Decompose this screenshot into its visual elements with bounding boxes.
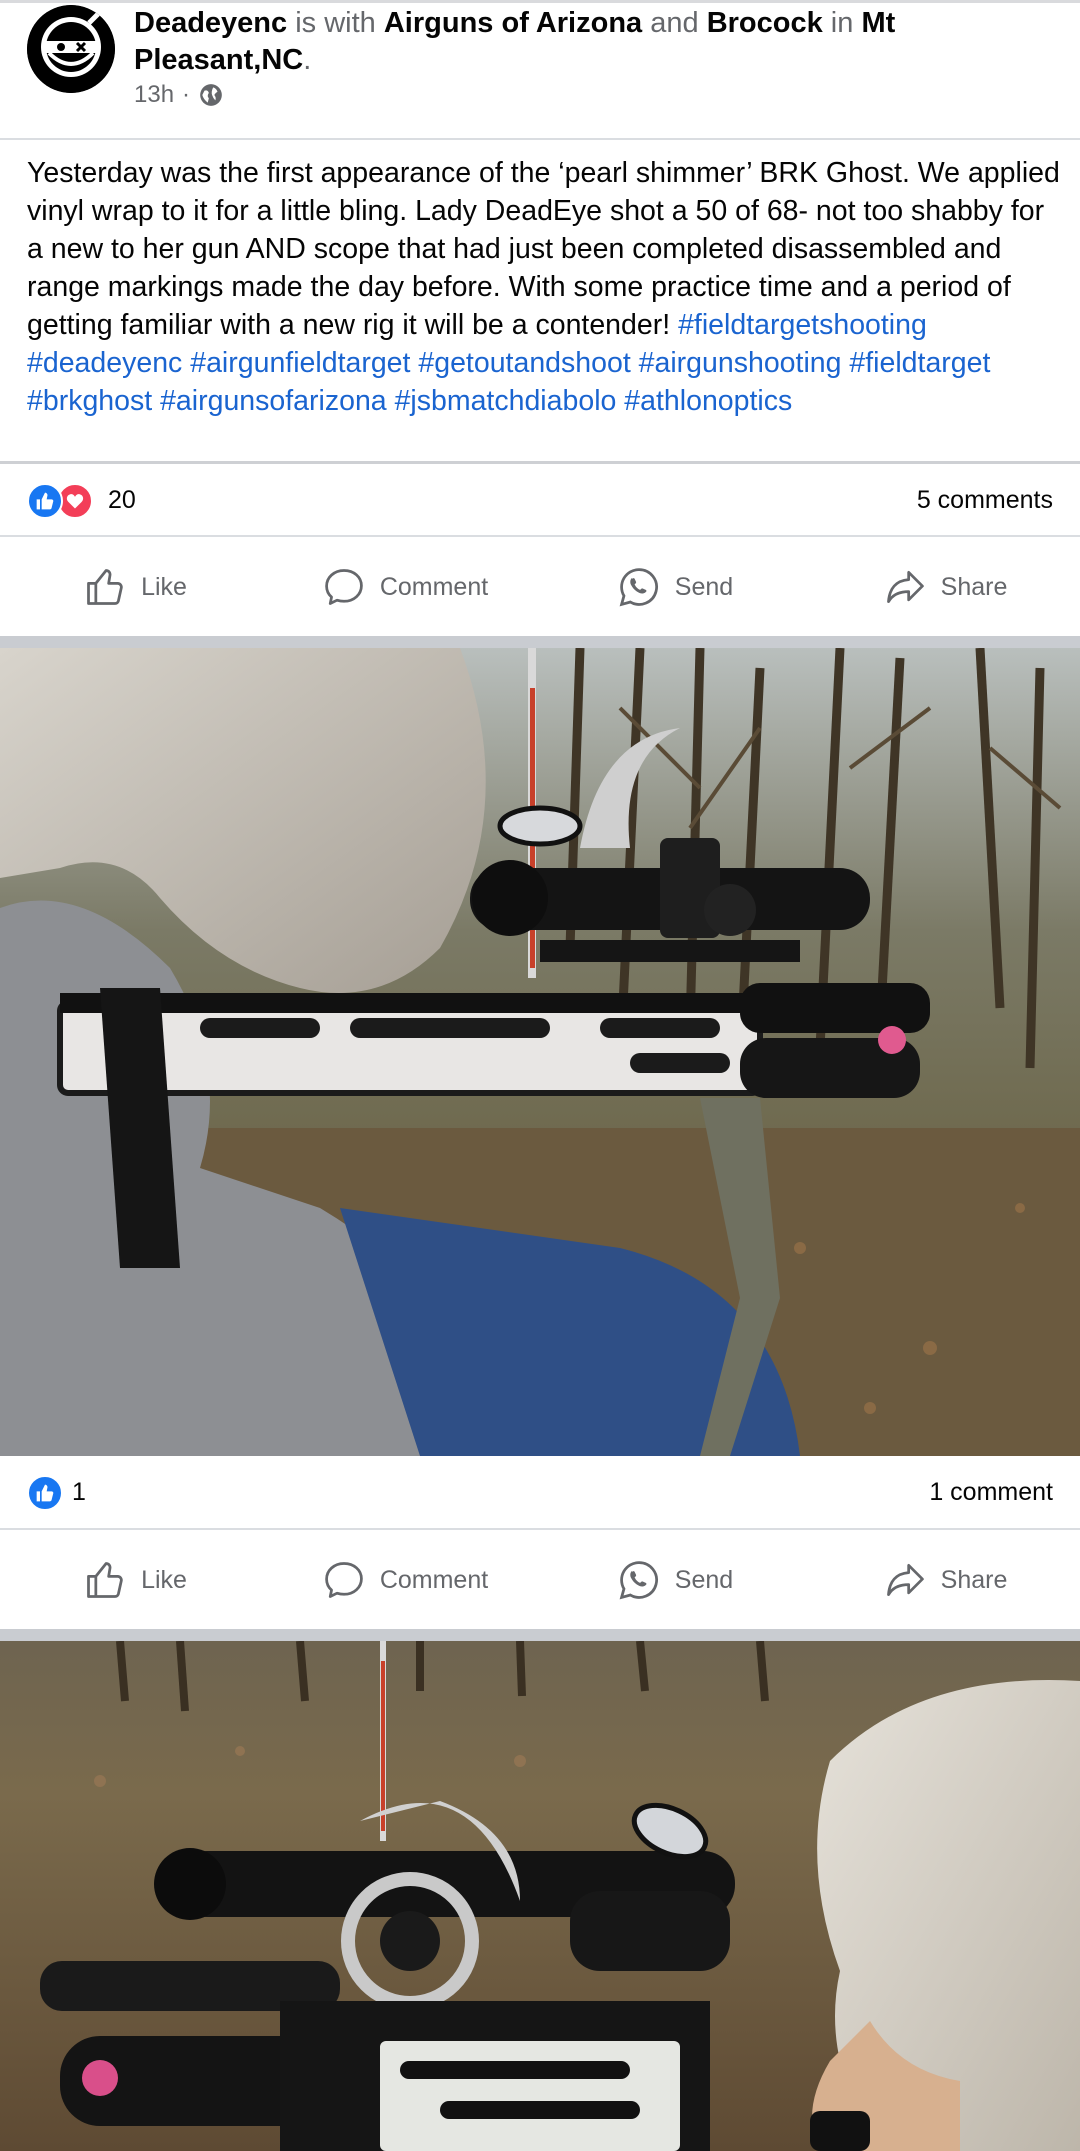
tagged-page-2[interactable]: Brocock xyxy=(707,7,823,39)
section-separator xyxy=(0,1629,1080,1641)
post-time[interactable]: 13h xyxy=(134,81,174,109)
share-label: Share xyxy=(940,1565,1008,1594)
period-text: . xyxy=(303,44,312,76)
comment-label: Comment xyxy=(379,572,489,601)
comments-count[interactable]: 5 comments xyxy=(917,486,1053,515)
comment-label: Comment xyxy=(379,1565,489,1594)
like-reaction-icon xyxy=(27,483,63,519)
photo-1-comments-count[interactable]: 1 comment xyxy=(929,1478,1053,1507)
photo-1-share-button[interactable]: Share xyxy=(810,1530,1080,1630)
photo-1-comment-button[interactable]: Comment xyxy=(270,1530,540,1630)
send-label: Send xyxy=(674,1565,734,1594)
like-label: Like xyxy=(141,572,187,601)
whatsapp-icon xyxy=(619,568,658,607)
comment-icon xyxy=(325,1562,363,1598)
thumbs-up-icon xyxy=(87,569,123,605)
author-name[interactable]: Deadeyenc xyxy=(134,7,287,39)
photo-1-image xyxy=(0,648,1080,1456)
photo-1-like-button[interactable]: Like xyxy=(0,1530,270,1630)
caption-divider xyxy=(0,461,1080,464)
author-avatar[interactable] xyxy=(27,5,115,93)
share-button[interactable]: Share xyxy=(810,537,1080,637)
post-action-bar: Like Comment Send Share xyxy=(0,537,1080,637)
post-photo-2[interactable] xyxy=(0,1641,1080,2151)
photo-1-reaction-count[interactable]: 1 xyxy=(72,1478,86,1507)
reaction-icons[interactable] xyxy=(27,483,93,519)
like-label: Like xyxy=(141,1565,187,1594)
globe-icon xyxy=(200,84,222,106)
post-header: Deadeyenc is with Airguns of Arizona and… xyxy=(0,3,1080,140)
header-divider xyxy=(0,138,1080,140)
photo-1-send-button[interactable]: Send xyxy=(540,1530,810,1630)
photo-1-action-bar: Like Comment Send Share xyxy=(0,1530,1080,1630)
thumbs-up-icon xyxy=(87,1562,123,1598)
reaction-count[interactable]: 20 xyxy=(108,486,136,515)
skull-logo-icon xyxy=(27,5,115,93)
post-header-title: Deadeyenc is with Airguns of Arizona and… xyxy=(134,5,1054,79)
meta-separator: · xyxy=(182,81,191,108)
like-reaction-icon xyxy=(27,1475,63,1511)
like-button[interactable]: Like xyxy=(0,537,270,637)
share-arrow-icon xyxy=(886,570,924,604)
comment-button[interactable]: Comment xyxy=(270,537,540,637)
with-text: is with xyxy=(295,7,376,39)
and-text: and xyxy=(650,7,699,39)
send-button[interactable]: Send xyxy=(540,537,810,637)
tagged-page-1[interactable]: Airguns of Arizona xyxy=(384,7,642,39)
send-label: Send xyxy=(674,572,734,601)
in-text: in xyxy=(830,7,854,39)
post-caption: Yesterday was the first appearance of th… xyxy=(27,154,1062,420)
post-reaction-bar: 20 5 comments xyxy=(0,466,1080,536)
comment-icon xyxy=(325,569,363,605)
photo-2-image xyxy=(0,1641,1080,2151)
photo-1-reaction-bar: 1 1 comment xyxy=(0,1458,1080,1528)
share-label: Share xyxy=(940,572,1008,601)
photo-1-reaction-icons[interactable] xyxy=(27,1475,63,1511)
section-separator xyxy=(0,636,1080,648)
share-arrow-icon xyxy=(886,1563,924,1597)
post-meta: 13h · xyxy=(134,81,224,109)
post-photo-1[interactable] xyxy=(0,648,1080,1456)
whatsapp-icon xyxy=(619,1561,658,1600)
